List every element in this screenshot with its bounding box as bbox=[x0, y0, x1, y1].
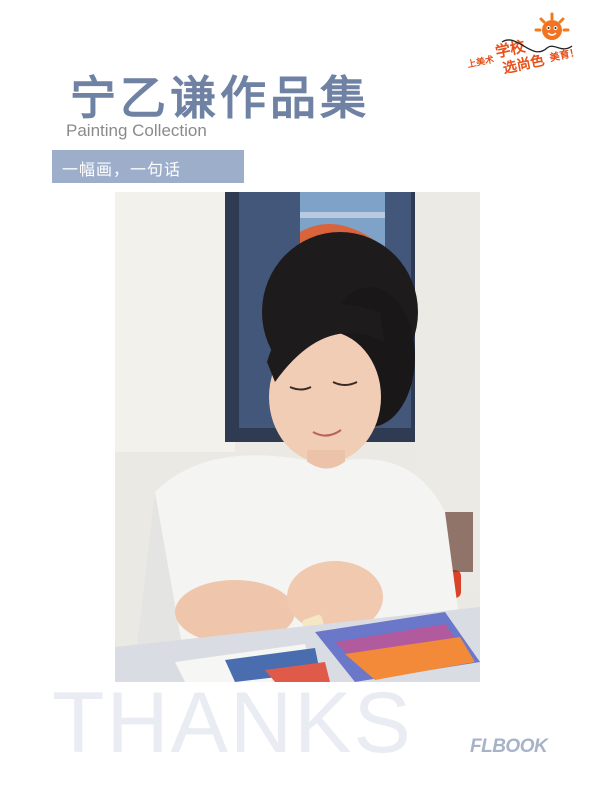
slogan-banner: 一幅画，一句话 bbox=[52, 150, 244, 183]
page-subtitle: Painting Collection bbox=[66, 121, 207, 140]
school-logo: 上美术 学校 选尚色 美育！ bbox=[462, 12, 587, 77]
sun-mascot-icon: 上美术 学校 选尚色 美育！ bbox=[466, 12, 581, 77]
flbook-logo: FLBOOK bbox=[470, 736, 548, 757]
logo-text-4: 美育！ bbox=[548, 45, 580, 64]
logo-text-1: 上美术 bbox=[466, 53, 495, 70]
photo-illustration bbox=[115, 192, 480, 682]
page-title: 宁乙谦作品集 bbox=[70, 71, 370, 125]
student-painting-photo bbox=[115, 192, 480, 682]
thanks-watermark: THANKS bbox=[52, 675, 413, 771]
slogan-text: 一幅画，一句话 bbox=[62, 160, 182, 179]
